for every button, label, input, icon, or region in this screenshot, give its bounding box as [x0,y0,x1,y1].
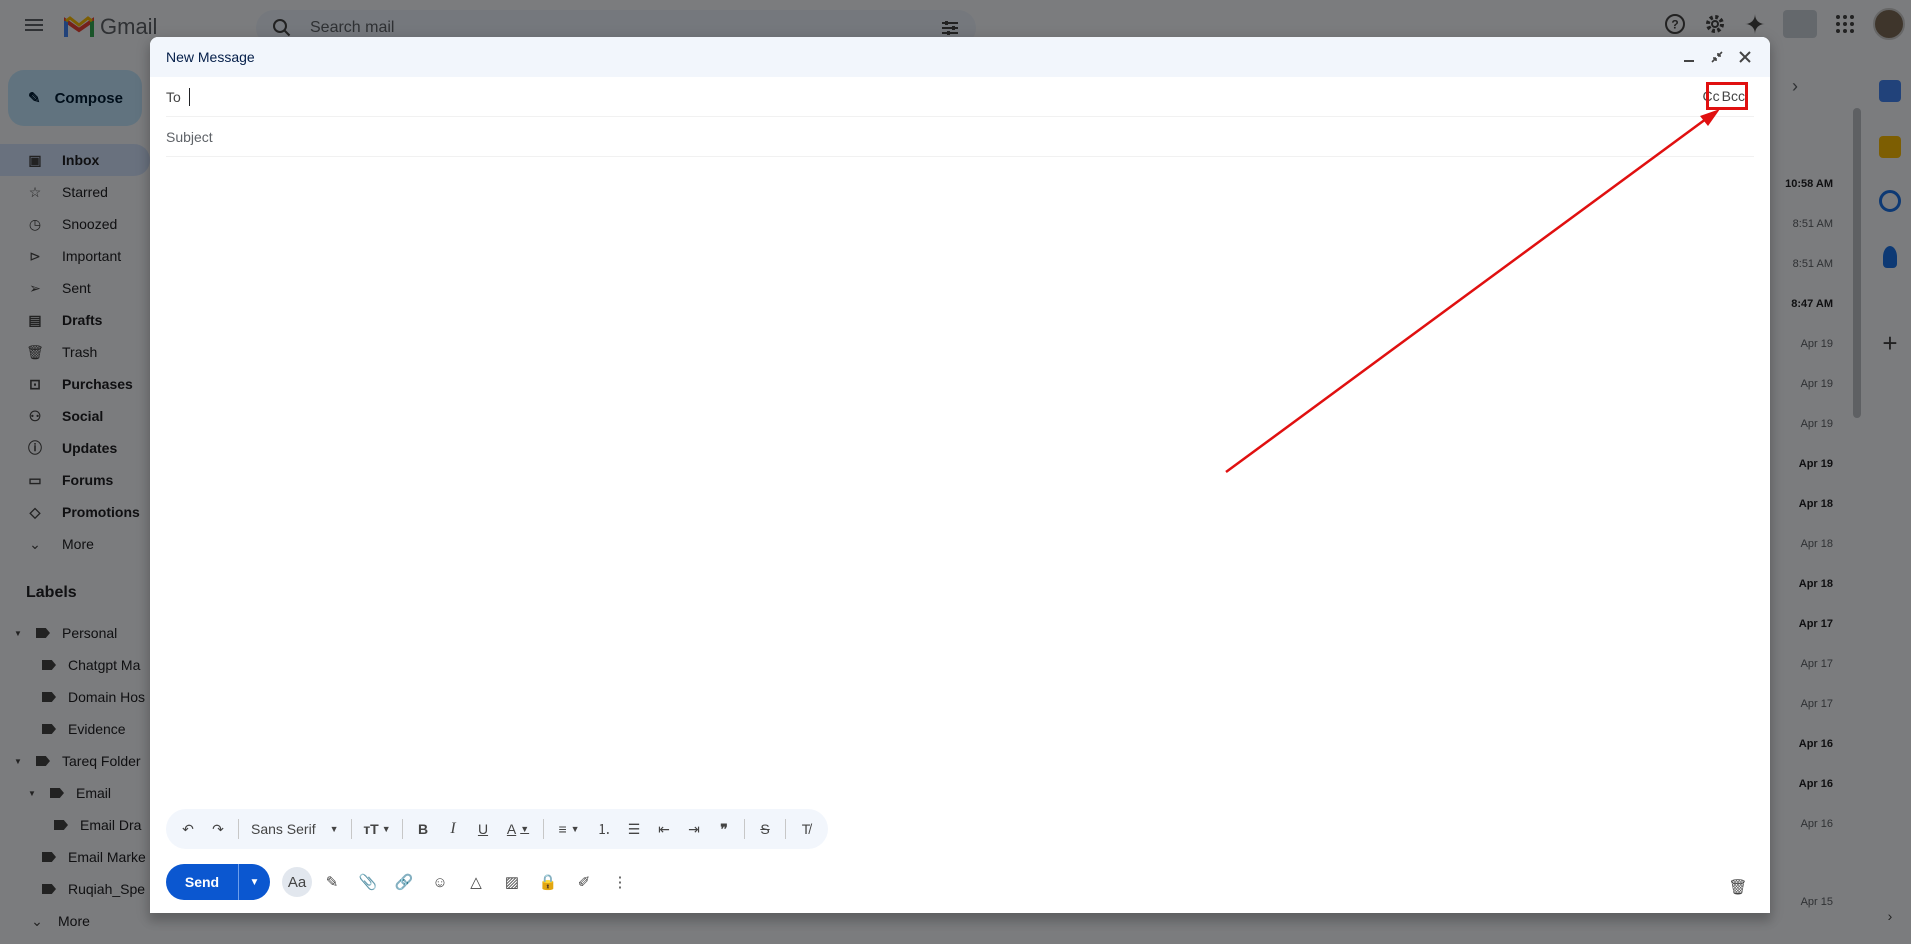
font-size-icon[interactable]: тT ▼ [358,815,396,843]
divider [238,819,239,839]
numbered-list-icon[interactable]: ⒈ [590,815,618,843]
send-options-icon[interactable]: ▼ [238,864,270,900]
send-button[interactable]: Send [166,864,238,900]
discard-draft-icon[interactable]: 🗑 [1722,871,1754,903]
align-icon[interactable]: ≡ ▼ [550,815,588,843]
emoji-icon[interactable]: ☺ [424,866,456,898]
drive-icon[interactable]: △ [460,866,492,898]
font-family-value: Sans Serif [251,821,316,837]
remove-formatting-icon[interactable]: T̸ [792,815,820,843]
underline-icon[interactable]: U [469,815,497,843]
signature-icon[interactable]: ✐ [568,866,600,898]
divider [543,819,544,839]
to-label: To [166,88,181,105]
formatting-toolbar: ↶ ↷ Sans Serif ▼ тT ▼ B I U A ▼ ≡ ▼ ⒈ ☰ ⇤ ⇥ … [166,809,828,849]
bulleted-list-icon[interactable]: ☰ [620,815,648,843]
subject-placeholder: Subject [166,128,213,145]
compose-header: New Message [150,37,1770,77]
strikethrough-icon[interactable]: S [751,815,779,843]
compose-footer: Send ▼ Aa ✎ 📎 🔗 ☺ △ ▨ 🔒 ✐ ⋮ [166,863,636,901]
to-field[interactable]: To Cc Bcc [166,77,1754,117]
indent-less-icon[interactable]: ⇤ [650,815,678,843]
divider [351,819,352,839]
confidential-mode-icon[interactable]: 🔒 [532,866,564,898]
bcc-highlight-box [1706,82,1748,110]
subject-field[interactable]: Subject [166,117,1754,157]
more-options-icon[interactable]: ⋮ [604,866,636,898]
send-button-group: Send ▼ [166,864,270,900]
message-body[interactable] [150,157,1770,847]
insert-link-icon[interactable]: 🔗 [388,866,420,898]
dropdown-arrow-icon: ▼ [329,824,339,834]
redo-icon[interactable]: ↷ [204,815,232,843]
insert-photo-icon[interactable]: ▨ [496,866,528,898]
indent-more-icon[interactable]: ⇥ [680,815,708,843]
bold-icon[interactable]: B [409,815,437,843]
attach-file-icon[interactable]: 📎 [352,866,384,898]
quote-icon[interactable]: ❞ [710,815,738,843]
divider [785,819,786,839]
compose-window-controls [1680,48,1754,66]
divider [402,819,403,839]
divider [744,819,745,839]
compose-title: New Message [166,49,255,65]
exit-fullscreen-icon[interactable] [1708,48,1726,66]
font-family-select[interactable]: Sans Serif ▼ [245,815,345,843]
italic-icon[interactable]: I [439,815,467,843]
formatting-options-button[interactable]: Aa [282,867,312,897]
minimize-icon[interactable] [1680,48,1698,66]
compose-dialog: New Message To Cc Bcc Subject ↶ ↷ Sans S… [150,37,1770,913]
text-cursor [188,87,190,106]
text-color-icon[interactable]: A ▼ [499,815,537,843]
undo-icon[interactable]: ↶ [174,815,202,843]
help-me-write-icon[interactable]: ✎ [316,866,348,898]
close-icon[interactable] [1736,48,1754,66]
